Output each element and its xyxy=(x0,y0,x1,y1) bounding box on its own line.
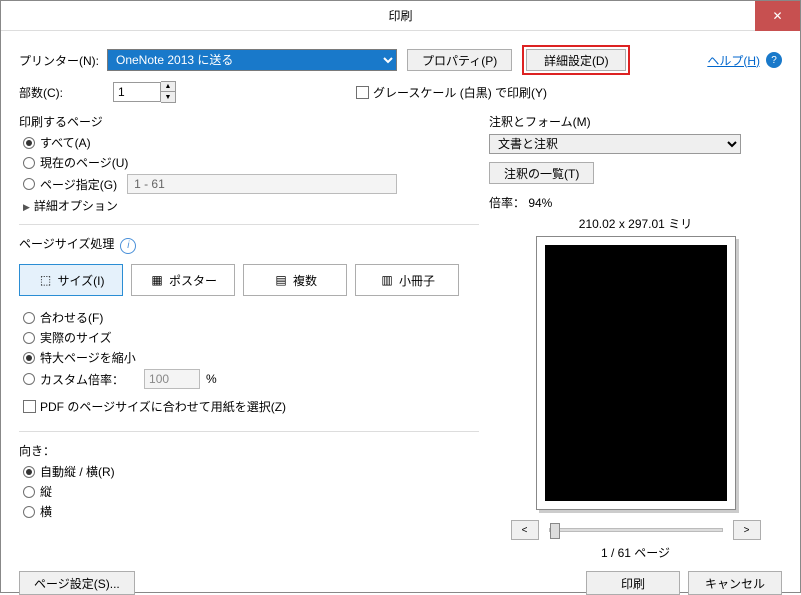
printer-select[interactable]: OneNote 2013 に送る xyxy=(107,49,397,71)
radio-icon xyxy=(23,312,35,324)
radio-landscape[interactable]: 横 xyxy=(23,503,479,520)
page-dimensions: 210.02 x 297.01 ミリ xyxy=(489,215,782,232)
choose-paper-checkbox[interactable]: PDF のページサイズに合わせて用紙を選択(Z) xyxy=(23,398,286,415)
radio-current[interactable]: 現在のページ(U) xyxy=(23,154,479,171)
radio-icon xyxy=(23,332,35,344)
annotation-list-button[interactable]: 注釈の一覧(T) xyxy=(489,162,594,184)
multiple-icon: ▤ xyxy=(273,272,289,288)
copies-input[interactable] xyxy=(113,82,161,102)
radio-range[interactable]: ページ指定(G) xyxy=(23,174,479,194)
cancel-button[interactable]: キャンセル xyxy=(688,571,782,595)
radio-portrait[interactable]: 縦 xyxy=(23,483,479,500)
sizing-group-title: ページサイズ処理 xyxy=(19,235,114,252)
more-options-expand[interactable]: 詳細オプション xyxy=(23,197,479,214)
radio-icon xyxy=(23,157,35,169)
comments-group-title: 注釈とフォーム(M) xyxy=(489,113,782,130)
close-icon: ✕ xyxy=(772,9,782,23)
booklet-icon: ▥ xyxy=(379,272,395,288)
page-range-input[interactable] xyxy=(127,174,397,194)
help-link[interactable]: ヘルプ(H) xyxy=(707,52,760,69)
page-preview xyxy=(536,236,736,510)
radio-actual[interactable]: 実際のサイズ xyxy=(23,329,479,346)
checkbox-icon xyxy=(23,400,36,413)
radio-fit[interactable]: 合わせる(F) xyxy=(23,309,479,326)
titlebar: 印刷 ✕ xyxy=(1,1,800,31)
copies-label: 部数(C): xyxy=(19,84,63,101)
page-indicator: 1 / 61 ページ xyxy=(511,544,761,561)
radio-custom-scale[interactable]: カスタム倍率： % xyxy=(23,369,479,389)
tab-size[interactable]: ⬚サイズ(I) xyxy=(19,264,123,296)
tab-booklet[interactable]: ▥小冊子 xyxy=(355,264,459,296)
slider-thumb[interactable] xyxy=(550,523,560,539)
spinner-down-icon[interactable]: ▼ xyxy=(161,92,175,102)
tab-poster[interactable]: ▦ポスター xyxy=(131,264,235,296)
close-button[interactable]: ✕ xyxy=(755,1,800,31)
page-slider[interactable] xyxy=(549,528,723,532)
advanced-highlight: 詳細設定(D) xyxy=(522,45,630,75)
properties-button[interactable]: プロパティ(P) xyxy=(407,49,512,71)
copies-spinner[interactable]: ▲▼ xyxy=(161,81,176,103)
prev-page-button[interactable]: < xyxy=(511,520,539,540)
orient-group-title: 向き： xyxy=(19,442,479,459)
radio-icon xyxy=(23,466,35,478)
pages-group-title: 印刷するページ xyxy=(19,113,479,130)
info-icon[interactable]: i xyxy=(120,238,136,254)
radio-icon xyxy=(23,373,35,385)
grayscale-checkbox[interactable]: グレースケール (白黒) で印刷(Y) xyxy=(356,84,547,101)
next-page-button[interactable]: > xyxy=(733,520,761,540)
title-text: 印刷 xyxy=(388,7,412,24)
radio-icon xyxy=(23,178,35,190)
custom-scale-input[interactable] xyxy=(144,369,200,389)
radio-all[interactable]: すべて(A) xyxy=(23,134,479,151)
tab-multiple[interactable]: ▤複数 xyxy=(243,264,347,296)
radio-icon xyxy=(23,137,35,149)
comments-select[interactable]: 文書と注釈 xyxy=(489,134,741,154)
radio-auto-orient[interactable]: 自動縦 / 横(R) xyxy=(23,463,479,480)
size-icon: ⬚ xyxy=(38,272,54,288)
radio-icon xyxy=(23,352,35,364)
help-icon[interactable]: ? xyxy=(766,52,782,68)
print-button[interactable]: 印刷 xyxy=(586,571,680,595)
poster-icon: ▦ xyxy=(149,272,165,288)
checkbox-icon xyxy=(356,86,369,99)
radio-icon xyxy=(23,506,35,518)
spinner-up-icon[interactable]: ▲ xyxy=(161,82,175,92)
scale-text: 倍率： 94% xyxy=(489,194,782,211)
printer-label: プリンター(N): xyxy=(19,52,99,69)
radio-shrink[interactable]: 特大ページを縮小 xyxy=(23,349,479,366)
radio-icon xyxy=(23,486,35,498)
advanced-button[interactable]: 詳細設定(D) xyxy=(526,49,626,71)
preview-content xyxy=(545,245,727,501)
page-setup-button[interactable]: ページ設定(S)... xyxy=(19,571,135,595)
